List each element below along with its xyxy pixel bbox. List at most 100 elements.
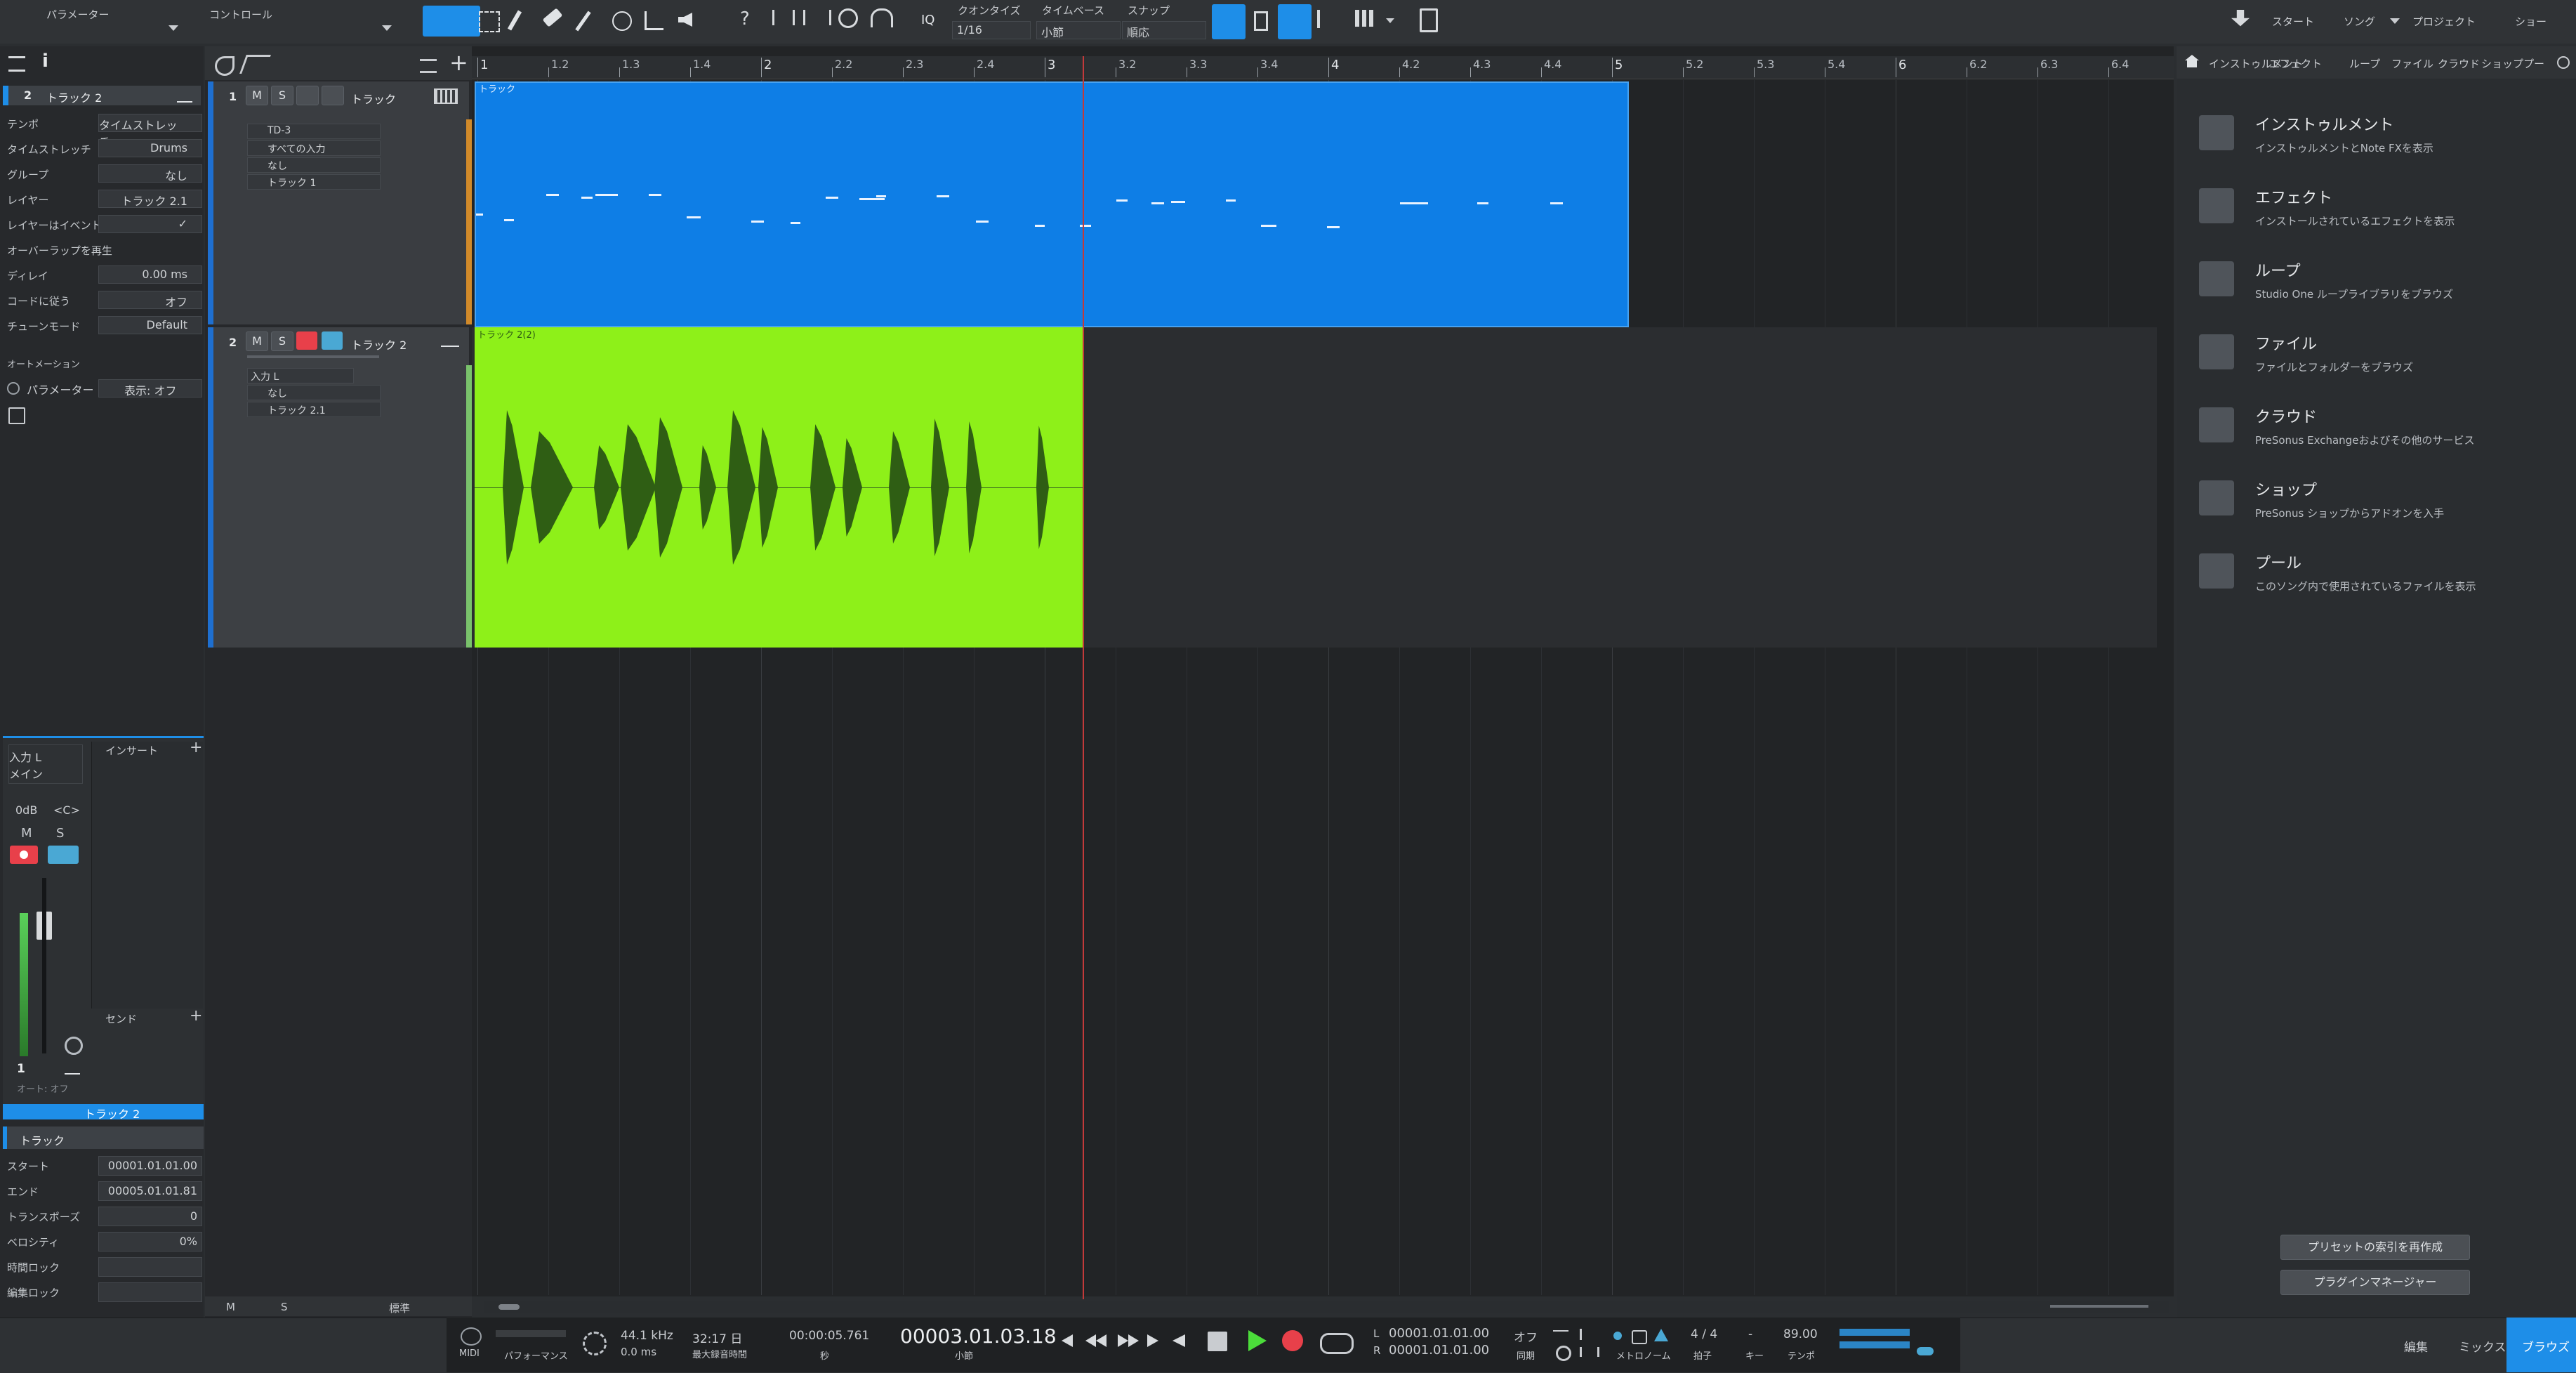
- param-label[interactable]: パラメーター: [46, 7, 110, 22]
- seconds-display[interactable]: 00:00:05.761: [789, 1329, 869, 1343]
- performance-meter[interactable]: [496, 1330, 566, 1337]
- browse-tab[interactable]: ブラウズ: [2506, 1318, 2576, 1372]
- event-info-value[interactable]: 00001.01.01.00: [98, 1156, 202, 1176]
- midi-note[interactable]: [1080, 225, 1091, 227]
- track-2-volume-slider[interactable]: [247, 355, 379, 358]
- inspector-row-value[interactable]: 0.00 ms: [98, 265, 202, 284]
- loop-r-value[interactable]: 00001.01.01.00: [1389, 1343, 1489, 1358]
- inspector-row-value[interactable]: トラック 2.1: [98, 190, 202, 208]
- channel-mute[interactable]: M: [21, 826, 32, 841]
- track-2-channel[interactable]: なし: [247, 385, 381, 400]
- browser-item[interactable]: ファイル ファイルとフォルダーをブラウズ: [2191, 330, 2563, 393]
- event-info-value[interactable]: 0%: [98, 1232, 202, 1252]
- midi-note[interactable]: [504, 219, 514, 221]
- browser-search-icon[interactable]: [2557, 56, 2570, 69]
- channel-record-button[interactable]: [10, 846, 38, 864]
- inspector-row-value[interactable]: タイムストレッチ: [98, 114, 202, 149]
- snap-select[interactable]: 順応: [1122, 21, 1206, 39]
- nav-show[interactable]: ショー: [2515, 14, 2547, 29]
- midi-note[interactable]: [826, 197, 838, 199]
- loop-l-value[interactable]: 00001.01.01.00: [1389, 1326, 1489, 1341]
- midi-note[interactable]: [791, 222, 800, 224]
- autoscroll-icon[interactable]: [1254, 11, 1268, 31]
- stop-button[interactable]: [1208, 1332, 1227, 1351]
- midi-note[interactable]: [649, 194, 661, 196]
- precount-icon[interactable]: [1553, 1330, 1568, 1339]
- browser-tab[interactable]: ファイル: [2391, 56, 2433, 71]
- pan-knob-icon[interactable]: [65, 1037, 83, 1055]
- home-icon[interactable]: [2185, 55, 2199, 67]
- metronome-dot-icon[interactable]: [1613, 1332, 1622, 1340]
- menu-icon[interactable]: [8, 56, 25, 72]
- control-label[interactable]: コントロール: [209, 7, 272, 22]
- zoom-icon[interactable]: [838, 8, 858, 28]
- browser-item[interactable]: インストゥルメント インストゥルメントとNote FXを表示: [2191, 111, 2563, 174]
- midi-note[interactable]: [859, 198, 885, 200]
- auto-label[interactable]: オート: オフ: [17, 1082, 69, 1095]
- browser-item[interactable]: エフェクト インストールされているエフェクトを表示: [2191, 184, 2563, 247]
- mix-tab[interactable]: ミックス: [2459, 1337, 2506, 1355]
- inspector-row-value[interactable]: Drums: [98, 139, 202, 157]
- track-2-event[interactable]: トラック 2(2): [475, 327, 1083, 648]
- track-2-input[interactable]: 入力 L: [247, 368, 354, 383]
- track-2-monitor[interactable]: [322, 331, 343, 350]
- edit-tab[interactable]: 編集: [2404, 1337, 2428, 1355]
- midi-note[interactable]: [1477, 202, 1488, 204]
- horizontal-scrollbar[interactable]: [484, 1301, 2169, 1313]
- track-1-header[interactable]: 1 M S トラック TD-3 すべての入力 なし トラック 1: [208, 81, 469, 324]
- browser-tab[interactable]: クラウド: [2438, 56, 2480, 71]
- midi-note[interactable]: [581, 197, 593, 199]
- film-icon[interactable]: [1420, 8, 1438, 32]
- plugin-manager-button[interactable]: プラグインマネージャー: [2280, 1270, 2470, 1295]
- help-icon[interactable]: ?: [740, 8, 750, 29]
- quantize-select[interactable]: 1/16: [952, 21, 1031, 39]
- browser-item[interactable]: ループ Studio One ループライブラリをブラウズ: [2191, 257, 2563, 320]
- track-1-record[interactable]: [296, 86, 319, 105]
- song-dropdown-arrow-icon[interactable]: [2390, 18, 2400, 24]
- track-1-mute[interactable]: M: [246, 86, 268, 105]
- inspector-row-value[interactable]: なし: [98, 164, 202, 183]
- browser-tab[interactable]: ショップ: [2481, 56, 2523, 71]
- param-row-select[interactable]: 表示: オフ: [98, 379, 202, 398]
- paint-tool-icon[interactable]: [575, 11, 591, 32]
- channel-solo[interactable]: S: [56, 826, 64, 841]
- sync-circle-icon[interactable]: [583, 1332, 607, 1355]
- midi-note[interactable]: [546, 194, 559, 196]
- ruler[interactable]: [472, 56, 2174, 79]
- midi-note[interactable]: [1400, 202, 1428, 204]
- track-1-channel[interactable]: なし: [247, 157, 381, 173]
- punch-icon[interactable]: [1580, 1329, 1597, 1340]
- midi-note[interactable]: [976, 221, 989, 223]
- grid-dropdown-arrow-icon[interactable]: [1386, 18, 1394, 23]
- playhead[interactable]: [1083, 56, 1084, 1299]
- browser-tab[interactable]: エフェクト: [2269, 56, 2322, 71]
- track-1-monitor[interactable]: [322, 86, 344, 105]
- rebuild-index-button[interactable]: プリセットの索引を再作成: [2280, 1235, 2470, 1260]
- footer-mode[interactable]: 標準: [389, 1301, 410, 1315]
- inspector-row-value[interactable]: Default: [98, 316, 202, 334]
- footer-m[interactable]: M: [226, 1301, 235, 1313]
- iq-label[interactable]: IQ: [921, 13, 934, 27]
- channel-volume[interactable]: 0dB: [15, 803, 37, 817]
- browser-item[interactable]: ショップ PreSonus ショップからアドオンを入手: [2191, 476, 2563, 539]
- scroll-thumb[interactable]: [498, 1304, 520, 1310]
- sync-value[interactable]: オフ: [1514, 1327, 1538, 1345]
- track-1-output[interactable]: トラック 1: [247, 174, 381, 190]
- add-track-icon[interactable]: +: [449, 49, 468, 76]
- midi-note[interactable]: [751, 221, 764, 223]
- settings-gear-icon[interactable]: [1556, 1346, 1571, 1361]
- browser-tab[interactable]: ループ: [2349, 56, 2380, 71]
- timebase-select[interactable]: 小節: [1036, 21, 1121, 39]
- inspector-track-header[interactable]: 2 トラック 2: [3, 86, 201, 105]
- footer-s[interactable]: S: [281, 1301, 288, 1313]
- split-view-icon[interactable]: [1317, 10, 1320, 28]
- mute-tool-icon[interactable]: [612, 11, 632, 31]
- browser-item[interactable]: プール このソング内で使用されているファイルを表示: [2191, 549, 2563, 612]
- insert-add-icon[interactable]: +: [190, 739, 202, 756]
- inspector-row-value[interactable]: ✓: [98, 215, 202, 233]
- follow-icon[interactable]: [1278, 4, 1312, 39]
- channel-waveform-icon[interactable]: [65, 1062, 80, 1075]
- track-1-device[interactable]: TD-3: [247, 124, 381, 139]
- nav-start[interactable]: スタート: [2272, 14, 2314, 29]
- snap-toggle-icon[interactable]: [1212, 4, 1246, 39]
